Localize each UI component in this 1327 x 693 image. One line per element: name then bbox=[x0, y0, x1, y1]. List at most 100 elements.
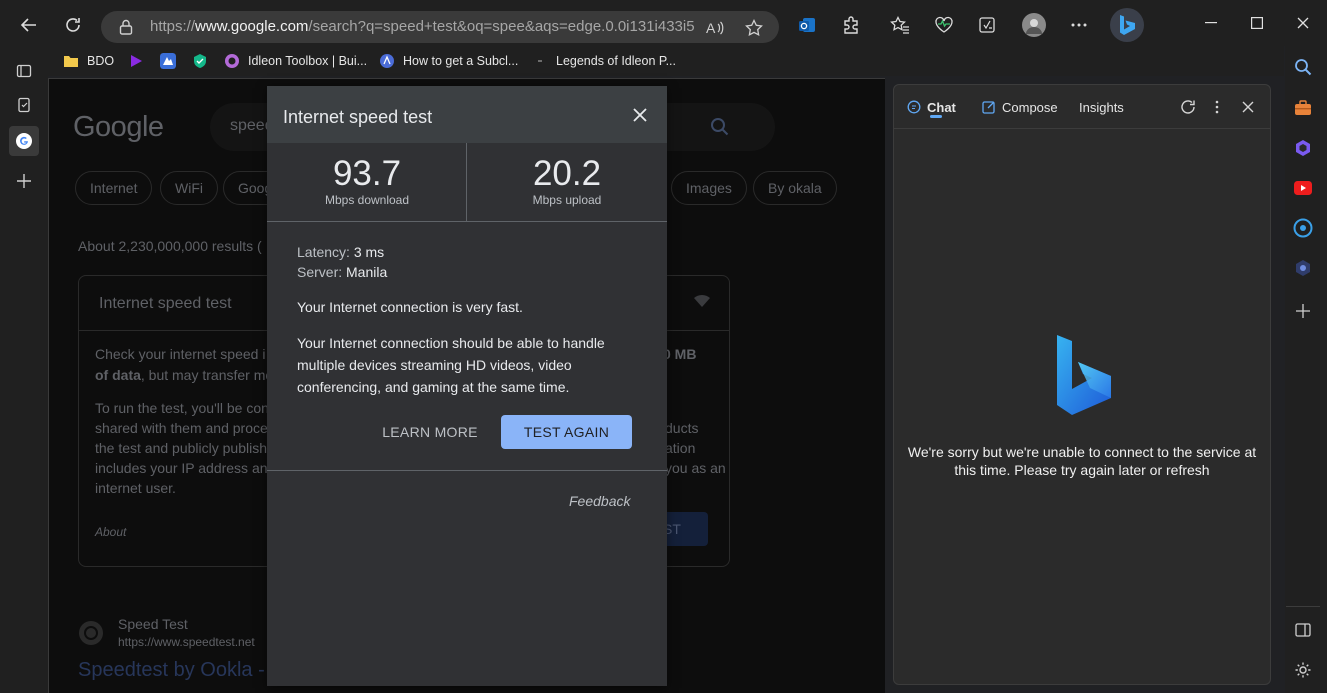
bing-discover-button[interactable] bbox=[1110, 8, 1144, 42]
sidebar-m365-button[interactable] bbox=[1289, 134, 1317, 162]
read-aloud-icon[interactable]: A bbox=[704, 17, 726, 39]
dialog-title: Internet speed test bbox=[283, 107, 433, 127]
server-value: Manila bbox=[346, 264, 388, 280]
bookmark-app[interactable] bbox=[160, 51, 184, 71]
feedback-link[interactable]: Feedback bbox=[569, 493, 630, 509]
compose-icon bbox=[982, 101, 995, 114]
chat-icon bbox=[907, 100, 921, 114]
search-icon[interactable] bbox=[710, 117, 730, 142]
url-text[interactable]: https://www.google.com/search?q=speed+te… bbox=[150, 18, 695, 35]
maximize-button[interactable] bbox=[1246, 12, 1268, 34]
minimize-button[interactable] bbox=[1200, 12, 1222, 34]
card-text-right: ducts bbox=[665, 420, 699, 436]
bing-logo-icon bbox=[1054, 333, 1114, 422]
result-stats: About 2,230,000,000 results ( bbox=[78, 238, 262, 254]
extensions-icon[interactable] bbox=[836, 10, 866, 40]
card-text-right: you as an bbox=[665, 460, 726, 476]
bookmark-legends-idleon[interactable]: Legends of Idleon P... bbox=[532, 51, 676, 71]
bookmark-idleon-toolbox[interactable]: Idleon Toolbox | Bui... bbox=[224, 51, 367, 71]
shield-icon bbox=[194, 54, 206, 68]
close-pane-button[interactable] bbox=[1238, 97, 1258, 117]
tab-insights[interactable]: Insights bbox=[1079, 98, 1124, 116]
address-bar[interactable]: https://www.google.com/search?q=speed+te… bbox=[101, 11, 779, 43]
bookmark-label: How to get a Subcl... bbox=[403, 54, 519, 68]
bookmark-subclass[interactable]: How to get a Subcl... bbox=[379, 51, 518, 71]
sidebar-search-button[interactable] bbox=[1289, 53, 1317, 81]
lock-icon[interactable] bbox=[119, 19, 133, 40]
sidebar-add-button[interactable] bbox=[1289, 297, 1317, 325]
sidebar-app-button[interactable] bbox=[1289, 214, 1317, 242]
minimize-icon bbox=[1205, 22, 1217, 24]
tab-chat[interactable]: Chat bbox=[907, 98, 956, 116]
plus-icon bbox=[17, 174, 31, 188]
folder-icon bbox=[64, 56, 78, 67]
google-logo[interactable]: Google bbox=[73, 111, 164, 144]
google-g-icon bbox=[16, 133, 32, 149]
vertical-ellipsis-icon bbox=[1215, 100, 1219, 114]
chip-label: By okala bbox=[768, 180, 822, 196]
refresh-pane-button[interactable] bbox=[1178, 97, 1198, 117]
tab-label: Insights bbox=[1079, 99, 1124, 115]
math-solver-icon[interactable] bbox=[972, 10, 1002, 40]
download-unit: Mbps download bbox=[324, 193, 410, 207]
bookmark-bdo[interactable]: BDO bbox=[63, 51, 114, 71]
upload-unit: Mbps upload bbox=[532, 193, 602, 207]
card-text-rest: , but may transfer mo bbox=[140, 367, 274, 383]
bookmarks-bar: BDO Idleon Toolbox | Bui... How to get a… bbox=[48, 46, 1284, 76]
learn-more-button[interactable]: LEARN MORE bbox=[373, 415, 487, 449]
download-value: 93.7 bbox=[332, 154, 402, 193]
browser-essentials-icon[interactable] bbox=[929, 10, 959, 40]
latency-line: Latency: 3 ms bbox=[297, 241, 384, 263]
sidebar-settings-button[interactable] bbox=[1289, 656, 1317, 684]
tab-google-search[interactable] bbox=[9, 126, 39, 156]
chip-by-ookla[interactable]: By okala bbox=[753, 171, 837, 205]
bing-side-pane: Chat Compose Insights We're sorry but we… bbox=[893, 84, 1271, 685]
outlook-extension-icon[interactable] bbox=[792, 10, 822, 40]
svg-text:A: A bbox=[706, 20, 716, 36]
profile-avatar[interactable] bbox=[1019, 10, 1049, 40]
chip-label: Images bbox=[686, 180, 732, 196]
settings-more-button[interactable] bbox=[1064, 10, 1094, 40]
sidebar-youtube-button[interactable] bbox=[1289, 174, 1317, 202]
chip-internet[interactable]: Internet bbox=[75, 171, 153, 205]
avatar-icon bbox=[1022, 13, 1046, 37]
close-icon bbox=[633, 108, 647, 122]
bing-pane-header: Chat Compose Insights bbox=[894, 85, 1270, 129]
result-link[interactable]: Speedtest by Ookla - bbox=[78, 659, 265, 682]
circle-app-icon bbox=[1293, 218, 1313, 238]
tab-label: Chat bbox=[927, 99, 956, 115]
globe-icon bbox=[380, 54, 394, 68]
back-button[interactable] bbox=[14, 10, 44, 40]
close-window-button[interactable] bbox=[1292, 12, 1314, 34]
refresh-button[interactable] bbox=[58, 10, 88, 40]
sidebar-game-button[interactable] bbox=[1289, 254, 1317, 282]
bookmark-label: Legends of Idleon P... bbox=[556, 54, 677, 68]
favorites-icon[interactable] bbox=[885, 10, 915, 40]
test-again-button[interactable]: TEST AGAIN bbox=[501, 415, 632, 449]
tab-actions-button[interactable] bbox=[9, 56, 39, 86]
chip-wifi[interactable]: WiFi bbox=[160, 171, 218, 205]
about-link[interactable]: About bbox=[95, 525, 126, 539]
chip-images[interactable]: Images bbox=[671, 171, 747, 205]
bookmark-shield[interactable] bbox=[192, 51, 216, 71]
maximize-icon bbox=[1251, 17, 1263, 29]
sidebar-tools-button[interactable] bbox=[1289, 94, 1317, 122]
new-tab-button[interactable] bbox=[9, 166, 39, 196]
ellipsis-icon bbox=[1071, 23, 1087, 27]
card-text-line: shared with them and proce bbox=[95, 420, 268, 436]
bookmark-play[interactable] bbox=[128, 51, 152, 71]
result-url: https://www.speedtest.net bbox=[118, 635, 255, 649]
tab-compose[interactable]: Compose bbox=[982, 98, 1058, 116]
pane-more-button[interactable] bbox=[1207, 97, 1227, 117]
favorite-star-icon[interactable] bbox=[743, 17, 765, 39]
dialog-close-button[interactable] bbox=[628, 103, 652, 127]
app-icon bbox=[160, 53, 176, 69]
download-stat: 93.7 Mbps download bbox=[267, 143, 467, 221]
hide-sidebar-button[interactable] bbox=[1289, 616, 1317, 644]
url-path: /search?q=speed+test&oq=spee&aqs=edge.0.… bbox=[308, 18, 695, 35]
url-prefix: https:// bbox=[150, 18, 196, 35]
refresh-icon bbox=[1181, 100, 1195, 114]
sidebar-divider bbox=[1286, 606, 1320, 607]
play-icon bbox=[131, 55, 142, 67]
workspaces-button[interactable] bbox=[9, 90, 39, 120]
